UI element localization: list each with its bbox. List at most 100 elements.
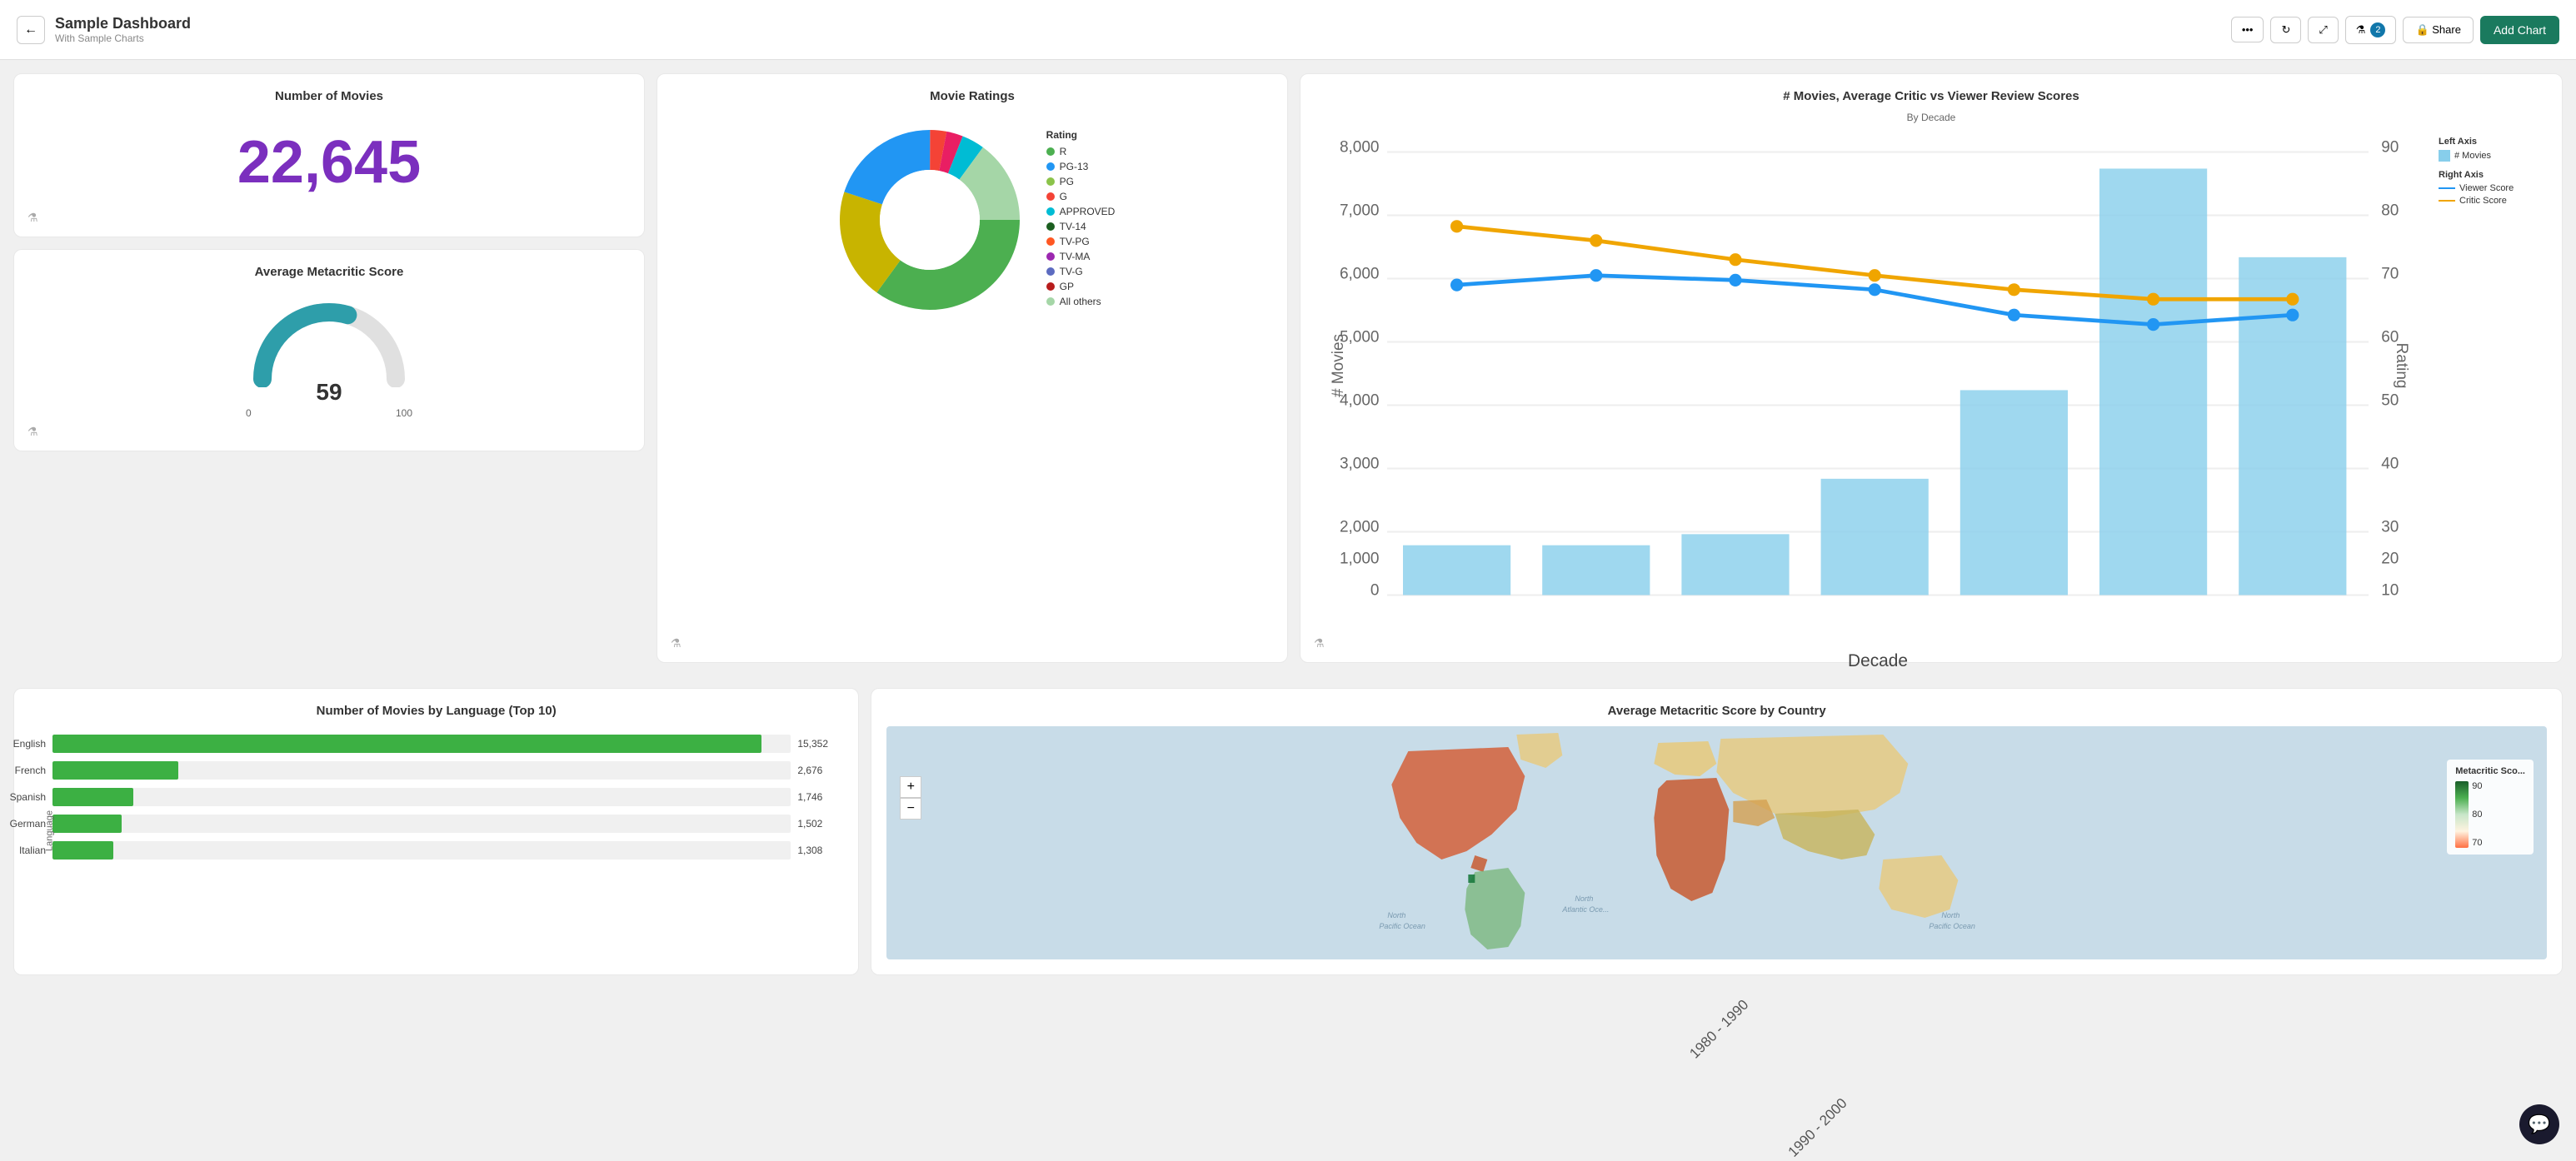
map-area: North Pacific Ocean North Atlantic Oce..… — [886, 726, 2547, 959]
movie-ratings-card: Movie Ratings Rating R — [656, 73, 1288, 663]
svg-text:80: 80 — [2381, 202, 2399, 220]
language-title: Number of Movies by Language (Top 10) — [29, 704, 843, 718]
ratings-filter-icon[interactable]: ⚗ — [671, 636, 681, 650]
legend-tvg: TV-G — [1046, 266, 1116, 277]
legend-label-approved: APPROVED — [1060, 206, 1116, 217]
svg-text:1990 - 2000: 1990 - 2000 — [1785, 1095, 1850, 1160]
svg-text:North: North — [1388, 911, 1406, 919]
svg-text:3,000: 3,000 — [1340, 456, 1380, 473]
combo-chart-card: # Movies, Average Critic vs Viewer Revie… — [1300, 73, 2563, 663]
legend-critic: Critic Score — [2439, 196, 2539, 206]
bar-value-german: 1,502 — [797, 818, 835, 830]
share-button[interactable]: 🔒 Share — [2403, 17, 2474, 43]
gauge-wrap — [246, 296, 412, 387]
svg-text:7,000: 7,000 — [1340, 202, 1380, 220]
gauge-container: 59 0 100 — [29, 287, 629, 436]
dashboard-top: Number of Movies 22,645 ⚗ Average Metacr… — [0, 60, 2576, 688]
metacritic-filter-icon[interactable]: ⚗ — [27, 425, 38, 439]
legend-title: Rating — [1046, 129, 1116, 141]
legend-others: All others — [1046, 296, 1116, 307]
back-button[interactable]: ← — [17, 16, 45, 44]
svg-text:Rating: Rating — [2393, 343, 2410, 389]
svg-text:Pacific Ocean: Pacific Ocean — [1930, 922, 1976, 930]
legend-dot-approved — [1046, 207, 1055, 216]
dashboard-subtitle: With Sample Charts — [55, 32, 191, 44]
svg-text:0: 0 — [1370, 582, 1380, 600]
svg-text:70: 70 — [2381, 266, 2399, 283]
bar-row-french: French 2,676 — [46, 761, 835, 780]
svg-text:20: 20 — [2381, 551, 2399, 568]
gauge-min: 0 — [246, 407, 252, 419]
bar-label-italian: Italian — [0, 845, 46, 856]
combo-filter-icon[interactable]: ⚗ — [1314, 636, 1325, 650]
legend-dot-pg — [1046, 177, 1055, 186]
refresh-button[interactable]: ↻ — [2270, 17, 2301, 43]
movies-count-card: Number of Movies 22,645 ⚗ — [13, 73, 645, 237]
legend-dot-r — [1046, 147, 1055, 156]
map-title: Average Metacritic Score by Country — [886, 704, 2547, 718]
legend-val-90: 90 — [2472, 781, 2482, 791]
legend-critic-label: Critic Score — [2459, 196, 2507, 206]
bottom-row: Number of Movies by Language (Top 10) La… — [0, 688, 2576, 989]
metacritic-card: Average Metacritic Score 59 0 100 ⚗ — [13, 249, 645, 451]
svg-text:1,000: 1,000 — [1340, 551, 1380, 568]
add-chart-button[interactable]: Add Chart — [2480, 16, 2559, 44]
legend-pg13: PG-13 — [1046, 161, 1116, 172]
legend-dot-g — [1046, 192, 1055, 201]
filter-button[interactable]: ⚗ 2 — [2345, 16, 2397, 44]
gauge-svg — [246, 296, 412, 387]
bar-row-german: German 1,502 — [46, 815, 835, 833]
svg-text:# Movies: # Movies — [1330, 334, 1347, 397]
legend-dot-others — [1046, 297, 1055, 306]
bar-label-french: French — [0, 765, 46, 776]
legend-scale: 90 80 70 — [2455, 781, 2525, 848]
right-axis-section: Right Axis Viewer Score Critic Score — [2439, 170, 2539, 206]
legend-tvma: TV-MA — [1046, 251, 1116, 262]
zoom-out-button[interactable]: − — [900, 798, 921, 820]
legend-gradient — [2455, 781, 2469, 848]
legend-label-others: All others — [1060, 296, 1101, 307]
map-legend-title: Metacritic Sco... — [2455, 766, 2525, 776]
legend-tvpg: TV-PG — [1046, 236, 1116, 247]
movie-ratings-title: Movie Ratings — [672, 89, 1272, 103]
chat-icon: 💬 — [2528, 1114, 2550, 1135]
bar-row-english: English 15,352 — [46, 735, 835, 753]
legend-viewer: Viewer Score — [2439, 183, 2539, 193]
legend-dot-tvpg — [1046, 237, 1055, 246]
more-button[interactable]: ••• — [2231, 17, 2264, 42]
bar-track-italian — [52, 841, 791, 860]
legend-movies: # Movies — [2439, 150, 2539, 162]
svg-text:10: 10 — [2381, 582, 2399, 600]
movies-filter-icon[interactable]: ⚗ — [27, 211, 38, 225]
combo-content: 8,000 7,000 6,000 5,000 4,000 3,000 2,00… — [1315, 128, 2547, 647]
map-legend: Metacritic Sco... 90 80 70 — [2447, 760, 2534, 855]
legend-label-tvg: TV-G — [1060, 266, 1083, 277]
bar-value-spanish: 1,746 — [797, 791, 835, 803]
legend-movies-label: # Movies — [2454, 151, 2491, 161]
svg-text:30: 30 — [2381, 519, 2399, 536]
filter-icon: ⚗ — [2356, 23, 2366, 37]
legend-dot-tvg — [1046, 267, 1055, 276]
movies-legend-box — [2439, 150, 2450, 162]
bar-fill-french — [52, 761, 178, 780]
bar-row-italian: Italian 1,308 — [46, 841, 835, 860]
gauge-max: 100 — [396, 407, 412, 419]
legend-label-pg: PG — [1060, 176, 1074, 187]
bar-track-german — [52, 815, 791, 833]
svg-text:8,000: 8,000 — [1340, 139, 1380, 157]
header-info: Sample Dashboard With Sample Charts — [55, 15, 191, 44]
map-svg: North Pacific Ocean North Atlantic Oce..… — [886, 726, 2547, 959]
legend-approved: APPROVED — [1046, 206, 1116, 217]
svg-text:50: 50 — [2381, 392, 2399, 410]
bar-fill-spanish — [52, 788, 133, 806]
expand-button[interactable]: ⤢ — [2308, 17, 2338, 43]
svg-text:Atlantic Oce...: Atlantic Oce... — [1562, 905, 1610, 914]
legend-label-r: R — [1060, 146, 1067, 157]
chat-bubble[interactable]: 💬 — [2519, 1104, 2559, 1144]
legend-pg: PG — [1046, 176, 1116, 187]
donut-area: Rating R PG-13 PG G — [672, 112, 1272, 328]
legend-r: R — [1046, 146, 1116, 157]
svg-text:North: North — [1942, 911, 1960, 919]
zoom-in-button[interactable]: + — [900, 776, 921, 798]
legend-g: G — [1046, 191, 1116, 202]
